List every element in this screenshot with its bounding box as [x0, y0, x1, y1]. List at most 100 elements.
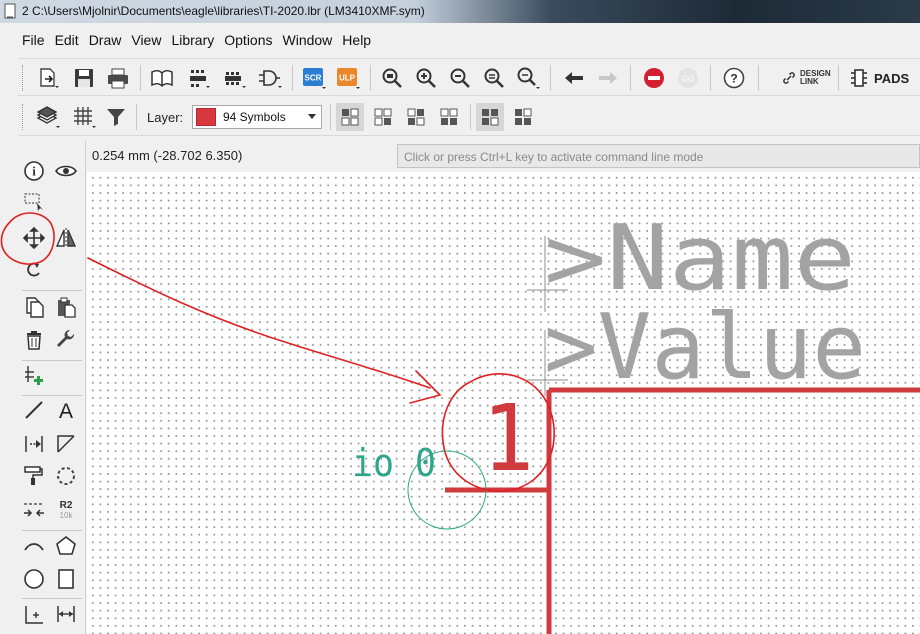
- show-tool[interactable]: [52, 157, 80, 185]
- add-part-icon: [25, 366, 43, 385]
- mirror-tool[interactable]: [52, 224, 80, 252]
- toolbar-separator: [370, 65, 371, 91]
- zoom-fit-icon: [382, 68, 402, 88]
- value-tool[interactable]: R2 10k: [52, 496, 80, 524]
- view-mode-2-button[interactable]: [509, 103, 537, 131]
- open-library-button[interactable]: [148, 64, 176, 92]
- zoom-redraw-button[interactable]: [480, 64, 508, 92]
- drawing-canvas[interactable]: [87, 172, 920, 634]
- toolbar-grip[interactable]: [22, 104, 24, 130]
- menu-file[interactable]: File: [22, 32, 45, 48]
- filter-button[interactable]: [102, 103, 130, 131]
- group-tool[interactable]: [20, 188, 48, 216]
- mark-tool[interactable]: [20, 600, 48, 628]
- paint-tool[interactable]: [20, 462, 48, 490]
- dimension-icon: [57, 606, 75, 622]
- design-link-label: DESIGN LINK: [800, 70, 831, 86]
- rectangle-icon: [58, 569, 74, 589]
- move-icon: [22, 226, 46, 250]
- circle-icon: [24, 569, 44, 589]
- menu-options[interactable]: Options: [224, 32, 272, 48]
- delete-tool[interactable]: [20, 326, 48, 354]
- footprint-icon: [190, 70, 210, 88]
- change-tool[interactable]: [52, 326, 80, 354]
- layer-select[interactable]: 94 Symbols: [192, 105, 322, 129]
- view-mode-icon: [482, 109, 499, 126]
- footprint-button[interactable]: [184, 64, 212, 92]
- circle-tool[interactable]: [20, 565, 48, 593]
- toolbar-grip[interactable]: [22, 65, 24, 91]
- zoom-out-button[interactable]: [446, 64, 474, 92]
- svg-text:R2: R2: [60, 500, 73, 511]
- paste-icon: [58, 297, 76, 318]
- pin-tool[interactable]: [20, 430, 48, 458]
- line-icon: [25, 401, 43, 419]
- layers-icon: [36, 106, 60, 128]
- rectangle-tool[interactable]: [52, 565, 80, 593]
- polygon-tool[interactable]: [52, 430, 80, 458]
- redo-button[interactable]: [594, 64, 622, 92]
- align-bl-button[interactable]: [402, 103, 430, 131]
- ulp-icon: ULP: [337, 68, 360, 89]
- arc-tool[interactable]: [20, 532, 48, 560]
- menu-edit[interactable]: Edit: [55, 32, 79, 48]
- add-tool[interactable]: [20, 362, 48, 390]
- align-br-button[interactable]: [435, 103, 463, 131]
- tool-separator: [22, 530, 82, 531]
- help-button[interactable]: ?: [720, 64, 748, 92]
- design-link-button[interactable]: DESIGN LINK: [782, 70, 831, 86]
- zoom-in-button[interactable]: [412, 64, 440, 92]
- open-button[interactable]: [34, 64, 62, 92]
- rotate-tool[interactable]: [20, 256, 48, 284]
- copy-tool[interactable]: [20, 293, 48, 321]
- svg-text:SCR: SCR: [305, 74, 322, 83]
- toolbar-separator: [330, 104, 331, 130]
- paint-roller-icon: [24, 466, 43, 485]
- align-tr-button[interactable]: [369, 103, 397, 131]
- polygon-shape-tool[interactable]: [52, 532, 80, 560]
- move-tool[interactable]: [20, 224, 48, 252]
- package-button[interactable]: [220, 64, 248, 92]
- design-link-line2: LINK: [800, 77, 819, 86]
- print-button[interactable]: [104, 64, 132, 92]
- save-button[interactable]: [70, 64, 98, 92]
- undo-button[interactable]: [560, 64, 588, 92]
- svg-text:GO: GO: [682, 75, 694, 84]
- origin-mark-icon: [25, 606, 43, 624]
- view-mode-1-button[interactable]: [476, 103, 504, 131]
- menu-library[interactable]: Library: [171, 32, 214, 48]
- menu-view[interactable]: View: [131, 32, 161, 48]
- paste-tool[interactable]: [52, 293, 80, 321]
- info-tool[interactable]: i: [20, 157, 48, 185]
- arc-icon: [24, 543, 44, 551]
- chip-icon: [851, 69, 867, 87]
- text-icon: A: [59, 400, 73, 421]
- gate-symbol-icon: [259, 70, 282, 88]
- pads-button[interactable]: PADS: [850, 68, 909, 88]
- layer-settings-button[interactable]: [34, 103, 62, 131]
- stop-button[interactable]: [640, 64, 668, 92]
- ulp-button[interactable]: ULP: [334, 64, 362, 92]
- text-tool[interactable]: A: [52, 396, 80, 424]
- command-line-input[interactable]: Click or press Ctrl+L key to activate co…: [397, 144, 920, 168]
- grid-button[interactable]: [70, 103, 98, 131]
- toolbar-separator: [292, 65, 293, 91]
- script-button[interactable]: SCR: [300, 64, 328, 92]
- go-button[interactable]: GO: [674, 64, 702, 92]
- dimension-tool[interactable]: [52, 600, 80, 628]
- line-tool[interactable]: [20, 396, 48, 424]
- menu-help[interactable]: Help: [342, 32, 371, 48]
- menu-window[interactable]: Window: [283, 32, 333, 48]
- menu-draw[interactable]: Draw: [89, 32, 122, 48]
- split-tool[interactable]: [20, 496, 48, 524]
- zoom-fit-button[interactable]: [378, 64, 406, 92]
- svg-text:?: ?: [730, 72, 737, 86]
- align-tl-button[interactable]: [336, 103, 364, 131]
- tool-separator: [22, 290, 82, 291]
- r2-value-icon: R2 10k: [60, 500, 74, 520]
- circle-dashed-tool[interactable]: [52, 462, 80, 490]
- zoom-select-button[interactable]: [514, 64, 542, 92]
- toolbar-separator: [140, 65, 141, 91]
- group-select-icon: [24, 193, 43, 211]
- symbol-button[interactable]: [256, 64, 284, 92]
